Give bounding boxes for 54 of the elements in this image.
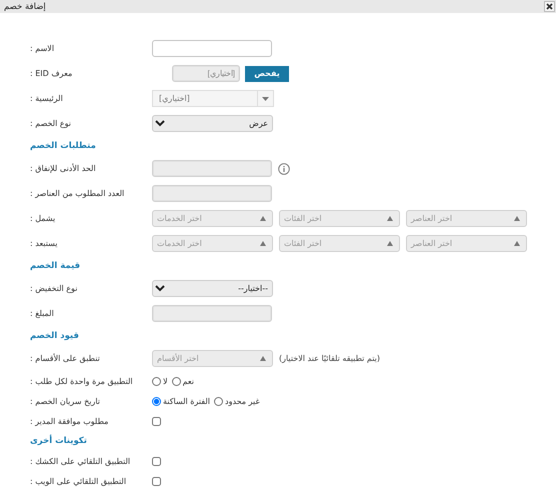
dropdown[interactable]: --اختيار--: [152, 280, 273, 297]
field-label: نوع الخصم :: [30, 119, 71, 128]
radio-label: لا: [163, 376, 168, 386]
radio-label: غير محدود: [225, 396, 260, 406]
caret-icon: [387, 241, 393, 246]
radio-button[interactable]: [152, 376, 161, 386]
caret-icon: [260, 356, 266, 361]
radio-label: الفترة الساكنة: [163, 396, 210, 406]
multi-select[interactable]: اختر الخدمات: [152, 235, 273, 252]
multi-select[interactable]: اختر الفئات: [279, 210, 400, 227]
field-label: التطبيق التلقائي على الكشك :: [30, 456, 130, 466]
field-label: الرئيسية :: [30, 94, 63, 103]
close-icon[interactable]: [544, 1, 555, 12]
window-title: إضافة خصم: [4, 2, 46, 12]
field-label: العدد المطلوب من العناصر :: [30, 189, 124, 198]
multi-select[interactable]: اختر الفئات: [279, 235, 400, 252]
section-heading: قيمة الخصم: [30, 261, 80, 271]
text-field[interactable]: [152, 40, 272, 57]
hint-text: (يتم تطبيقه تلقائيًا عند الاختيار): [279, 354, 380, 363]
checkbox[interactable]: [152, 456, 161, 466]
caret-icon: [514, 241, 520, 246]
field-label: التطبيق التلقائي على الويب :: [30, 476, 126, 486]
field-label: معرف EID :: [30, 69, 72, 78]
multi-select[interactable]: اختر الخدمات: [152, 210, 273, 227]
radio-button[interactable]: [172, 376, 181, 386]
checkbox[interactable]: [152, 476, 161, 486]
field-label: تنطبق على الأقسام :: [30, 354, 100, 363]
multi-select[interactable]: اختر العناصر: [406, 235, 527, 252]
radio-label: نعم: [182, 376, 194, 386]
dropdown[interactable]: عرض: [152, 115, 273, 132]
field-label: التطبيق مرة واحدة لكل طلب :: [30, 376, 133, 386]
field-label: نوع التخفيض :: [30, 284, 78, 293]
check-button[interactable]: يفحص: [245, 66, 289, 82]
field-label: الاسم :: [30, 44, 54, 53]
radio-button[interactable]: [214, 396, 224, 406]
field-label: يستبعد :: [30, 239, 58, 248]
combo-box[interactable]: [اختياري]: [152, 90, 274, 107]
field-label: يشمل :: [30, 214, 56, 223]
caret-icon: [260, 241, 266, 246]
field-label: تاريخ سريان الخصم :: [30, 396, 100, 406]
multi-select[interactable]: اختر الأقسام: [152, 350, 273, 367]
field-label: مطلوب موافقة المدير :: [30, 416, 108, 426]
caret-icon: [514, 216, 520, 221]
caret-icon: [387, 216, 393, 221]
section-heading: تكوينات أخرى: [30, 436, 87, 446]
multi-select[interactable]: اختر العناصر: [406, 210, 527, 227]
field-label: الحد الأدنى للإنفاق :: [30, 164, 96, 173]
caret-icon: [262, 96, 269, 100]
section-heading: متطلبات الخصم: [30, 141, 96, 151]
field-label: المبلغ :: [30, 309, 54, 318]
caret-icon: [260, 216, 266, 221]
radio-button[interactable]: [152, 396, 161, 406]
checkbox[interactable]: [152, 416, 161, 426]
section-heading: قيود الخصم: [30, 331, 79, 341]
